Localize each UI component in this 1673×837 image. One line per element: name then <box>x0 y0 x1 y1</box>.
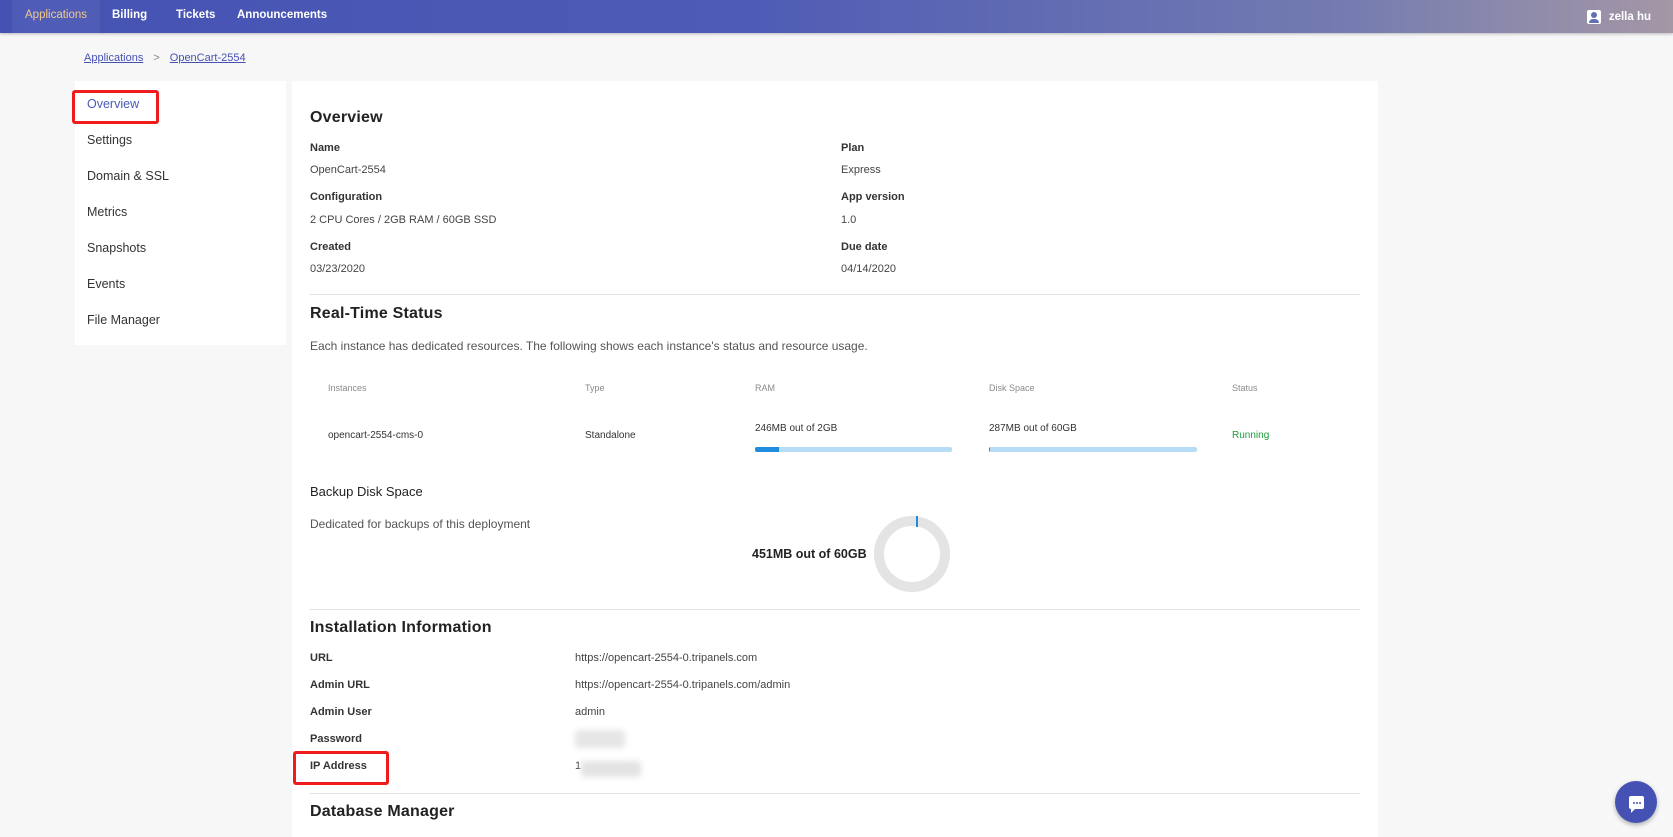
highlight-box-overview <box>72 90 159 124</box>
col-header-type: Type <box>585 383 605 393</box>
nav-announcements[interactable]: Announcements <box>237 0 327 33</box>
overview-heading: Overview <box>310 109 383 126</box>
section-divider <box>310 609 1360 610</box>
database-manager-heading: Database Manager <box>310 803 455 820</box>
admin-url-value[interactable]: https://opencart-2554-0.tripanels.com/ad… <box>575 679 790 691</box>
created-value: 03/23/2020 <box>310 263 366 275</box>
instance-name: opencart-2554-cms-0 <box>328 430 424 441</box>
col-header-ram: RAM <box>755 383 775 393</box>
url-label: URL <box>310 652 333 664</box>
name-value: OpenCart-2554 <box>310 164 386 176</box>
url-value[interactable]: https://opencart-2554-0.tripanels.com <box>575 652 757 664</box>
nav-applications[interactable]: Applications <box>12 0 101 33</box>
breadcrumb-applications-link[interactable]: Applications <box>84 52 143 64</box>
disk-usage-bar <box>989 447 1197 452</box>
ip-address-redacted <box>581 761 641 777</box>
sidebar-item-settings[interactable]: Settings <box>87 133 132 147</box>
installation-heading: Installation Information <box>310 619 492 636</box>
sidebar-item-file-manager[interactable]: File Manager <box>87 313 160 327</box>
user-name: zella hu <box>1608 10 1651 23</box>
due-date-label: Due date <box>841 241 888 253</box>
configuration-label: Configuration <box>310 191 383 203</box>
plan-value: Express <box>841 164 881 176</box>
configuration-value: 2 CPU Cores / 2GB RAM / 60GB SSD <box>310 214 497 226</box>
breadcrumb: Applications > OpenCart-2554 <box>84 52 246 64</box>
ram-usage-bar-fill <box>755 447 779 452</box>
ram-usage-bar <box>755 447 952 452</box>
disk-usage-bar-fill <box>989 447 991 452</box>
admin-user-value: admin <box>575 706 605 718</box>
section-divider <box>310 793 1360 794</box>
col-header-status: Status <box>1232 383 1258 393</box>
backup-usage-donut <box>874 516 950 592</box>
admin-user-label: Admin User <box>310 706 372 718</box>
nav-billing[interactable]: Billing <box>112 0 147 33</box>
password-value-redacted <box>575 730 625 748</box>
plan-label: Plan <box>841 142 865 154</box>
sidebar-item-events[interactable]: Events <box>87 277 125 291</box>
chat-bubble-icon <box>1628 795 1644 813</box>
main-content: Overview Name OpenCart-2554 Plan Express… <box>292 81 1378 837</box>
ram-usage-text: 246MB out of 2GB <box>755 423 838 434</box>
realtime-status-heading: Real-Time Status <box>310 305 443 322</box>
section-divider <box>310 294 1360 295</box>
sidebar-item-snapshots[interactable]: Snapshots <box>87 241 146 255</box>
col-header-instances: Instances <box>328 383 367 393</box>
breadcrumb-current-link[interactable]: OpenCart-2554 <box>170 52 246 64</box>
instance-type: Standalone <box>585 430 636 441</box>
sidebar-item-metrics[interactable]: Metrics <box>87 205 127 219</box>
created-label: Created <box>310 241 351 253</box>
breadcrumb-separator: > <box>153 52 160 64</box>
highlight-box-ip-address <box>293 751 389 785</box>
password-label: Password <box>310 733 362 745</box>
name-label: Name <box>310 142 340 154</box>
app-version-label: App version <box>841 191 905 203</box>
col-header-disk: Disk Space <box>989 383 1035 393</box>
backup-usage-donut-fill <box>916 516 918 527</box>
admin-url-label: Admin URL <box>310 679 370 691</box>
backup-usage-text: 451MB out of 60GB <box>752 547 867 561</box>
disk-usage-text: 287MB out of 60GB <box>989 423 1077 434</box>
app-version-value: 1.0 <box>841 214 857 226</box>
top-nav-bar: Applications Billing Tickets Announcemen… <box>0 0 1673 33</box>
user-menu[interactable]: zella hu <box>1586 0 1651 33</box>
chat-button[interactable] <box>1615 781 1657 823</box>
due-date-value: 04/14/2020 <box>841 263 897 275</box>
backup-heading: Backup Disk Space <box>310 484 423 499</box>
nav-tickets[interactable]: Tickets <box>176 0 215 33</box>
realtime-description: Each instance has dedicated resources. T… <box>310 339 868 353</box>
backup-description: Dedicated for backups of this deployment <box>310 517 531 531</box>
account-box-icon <box>1586 9 1601 24</box>
sidebar-item-domain-ssl[interactable]: Domain & SSL <box>87 169 169 183</box>
status-badge: Running <box>1232 430 1270 441</box>
